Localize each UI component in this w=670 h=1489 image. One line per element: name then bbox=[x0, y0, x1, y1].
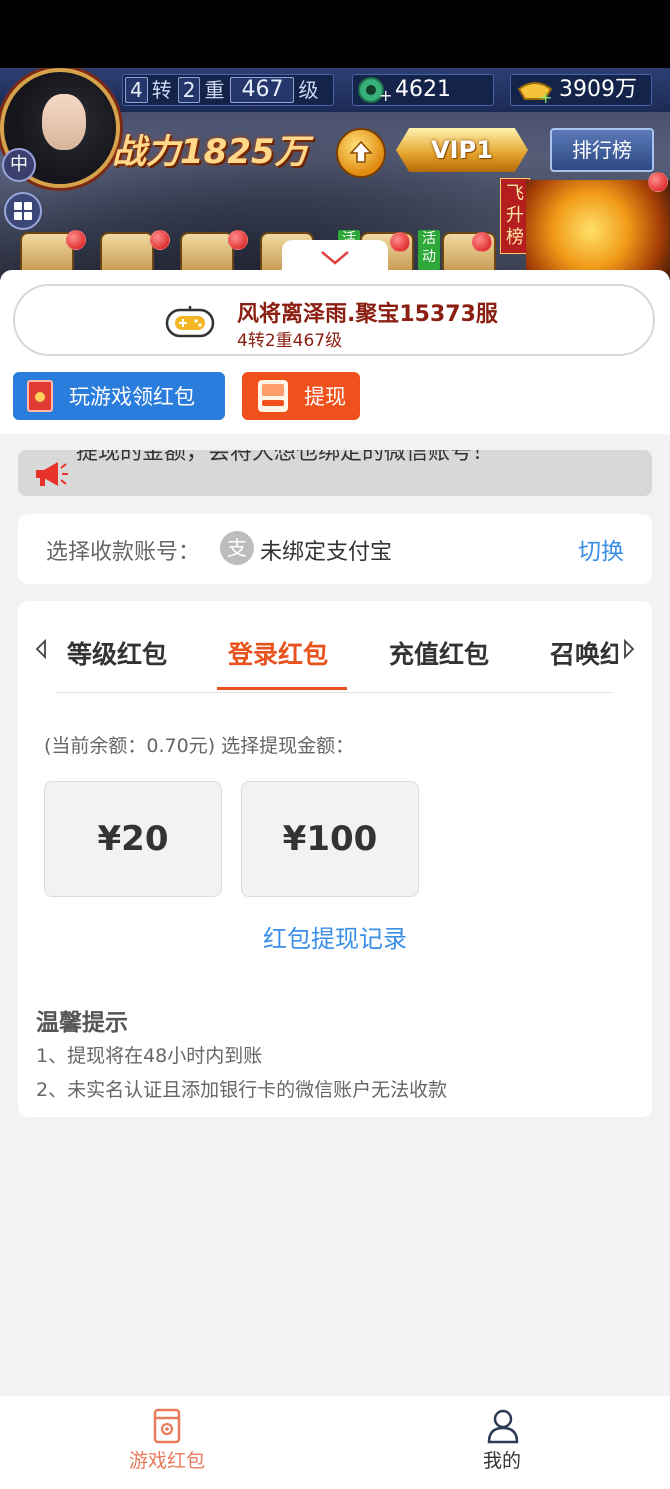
switch-account-button[interactable]: 切换 bbox=[578, 532, 624, 566]
level-label: 级 bbox=[298, 78, 319, 102]
status-bar bbox=[0, 0, 670, 68]
arrow-up-icon bbox=[349, 140, 373, 163]
redpacket-icon bbox=[27, 380, 53, 412]
activity-tag: 活动 bbox=[418, 230, 440, 270]
chong-label: 重 bbox=[204, 78, 225, 102]
tab-summon-clip: 召唤红包 bbox=[548, 631, 618, 671]
tab-summon-redpacket[interactable]: 召唤红包 bbox=[550, 635, 618, 671]
payee-account-label: 选择收款账号： bbox=[46, 540, 201, 565]
combat-power: 战力1825万 bbox=[112, 132, 309, 172]
withdraw-records-label: 红包提现记录 bbox=[263, 925, 407, 953]
server-name: 风将离泽雨.聚宝15373服 bbox=[237, 302, 498, 327]
withdraw-icon bbox=[258, 380, 288, 412]
upgrade-arrow-button[interactable] bbox=[336, 128, 386, 178]
jade-value: 4621 bbox=[395, 77, 451, 102]
chong-count: 2 bbox=[177, 77, 201, 103]
tab-level-redpacket[interactable]: 等级红包 bbox=[67, 635, 167, 671]
gold-currency: + 3909万 bbox=[510, 74, 652, 106]
zhuan-count: 4 bbox=[125, 77, 148, 103]
notice-marquee: 提现的金额，会将大想也绑定的微信账号！ bbox=[18, 450, 652, 496]
tab-recharge-redpacket[interactable]: 充值红包 bbox=[389, 635, 489, 671]
tab-login-redpacket[interactable]: 登录红包 bbox=[228, 635, 328, 671]
tab-scroll-left-icon[interactable] bbox=[34, 639, 48, 659]
jade-currency: + 4621 bbox=[352, 74, 494, 106]
withdraw-button[interactable]: 提现 bbox=[242, 372, 360, 420]
vip-button[interactable]: VIP1 bbox=[396, 128, 528, 172]
tab-scroll-right-icon[interactable] bbox=[622, 639, 636, 659]
server-badge: 中 bbox=[2, 148, 36, 182]
balance-text: (当前余额：0.70元) 选择提现金额： bbox=[44, 735, 355, 757]
notification-dot bbox=[150, 230, 170, 250]
redpacket-tabs: 等级红包 登录红包 充值红包 召唤红包 bbox=[18, 601, 652, 693]
amount-option-20[interactable]: ¥20 bbox=[44, 781, 222, 897]
notification-dot bbox=[66, 230, 86, 250]
amount-option-100[interactable]: ¥100 bbox=[241, 781, 419, 897]
payee-account-card: 选择收款账号： 支 未绑定支付宝 切换 bbox=[18, 514, 652, 584]
server-level-info: 4转2重467级 bbox=[237, 331, 343, 351]
gold-ingot-icon: + bbox=[517, 82, 552, 105]
bottom-nav: 游戏红包 我的 bbox=[0, 1396, 670, 1489]
ascension-rank-art[interactable] bbox=[526, 180, 670, 280]
chevron-down-icon bbox=[321, 251, 349, 265]
notice-text: 提现的金额，会将大想也绑定的微信账号！ bbox=[76, 450, 495, 465]
notification-dot bbox=[648, 172, 668, 192]
jade-icon: + bbox=[358, 77, 391, 105]
zhuan-label: 转 bbox=[151, 78, 172, 102]
tabs-divider bbox=[56, 692, 614, 693]
level-value: 467 bbox=[230, 77, 295, 103]
server-card[interactable]: 风将离泽雨.聚宝15373服 4转2重467级 bbox=[13, 284, 655, 356]
notification-dot bbox=[390, 232, 410, 252]
gold-value: 3909万 bbox=[559, 77, 637, 102]
grid-menu-icon[interactable] bbox=[4, 192, 42, 230]
nav-mine[interactable]: 我的 bbox=[402, 1396, 602, 1489]
notification-dot bbox=[228, 230, 248, 250]
nav-label: 我的 bbox=[482, 1450, 521, 1472]
avatar-face bbox=[42, 94, 86, 150]
withdraw-records-link[interactable]: 红包提现记录 bbox=[18, 919, 652, 954]
play-game-label: 玩游戏领红包 bbox=[69, 385, 195, 409]
notification-dot bbox=[472, 232, 492, 252]
tip-line: 1、提现将在48小时内到账 bbox=[36, 1045, 263, 1067]
nav-game-redpacket[interactable]: 游戏红包 bbox=[67, 1396, 267, 1489]
redpacket-withdraw-card: 等级红包 登录红包 充值红包 召唤红包 (当前余额：0.70元) 选择提现金额：… bbox=[18, 601, 652, 1117]
svg-text:+: + bbox=[539, 88, 552, 105]
alipay-icon: 支 bbox=[220, 531, 254, 565]
user-icon bbox=[487, 1409, 519, 1444]
svg-text:+: + bbox=[379, 86, 391, 105]
megaphone-icon bbox=[36, 462, 68, 486]
rebirth-level-box: 4 转 2 重 467 级 bbox=[122, 74, 334, 106]
top-panel: 风将离泽雨.聚宝15373服 4转2重467级 玩游戏领红包 提现 bbox=[0, 270, 670, 434]
payee-account-value: 未绑定支付宝 bbox=[260, 540, 393, 565]
withdraw-label: 提现 bbox=[304, 385, 346, 409]
leaderboard-button[interactable]: 排行榜 bbox=[550, 128, 654, 172]
gamepad-icon bbox=[165, 306, 215, 338]
nav-label: 游戏红包 bbox=[128, 1450, 205, 1472]
tips-title: 温馨提示 bbox=[36, 1010, 128, 1036]
tip-line: 2、未实名认证且添加银行卡的微信账户无法收款 bbox=[36, 1079, 448, 1101]
redpacket-icon bbox=[153, 1408, 181, 1444]
active-tab-indicator bbox=[217, 687, 347, 690]
play-game-redpacket-button[interactable]: 玩游戏领红包 bbox=[13, 372, 225, 420]
